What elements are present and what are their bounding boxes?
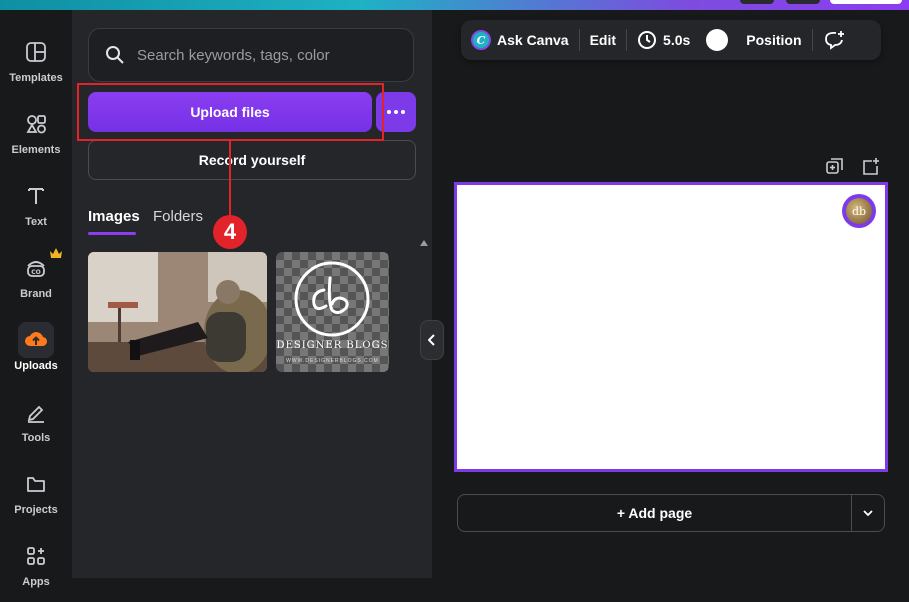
position-button[interactable]: Position — [746, 20, 801, 60]
position-label: Position — [746, 32, 802, 48]
rail-item-templates[interactable]: Templates — [0, 34, 72, 98]
topbar-button-1[interactable] — [740, 0, 774, 4]
add-comment-button[interactable] — [823, 20, 845, 60]
designer-blogs-logo-icon — [294, 261, 370, 337]
rail-item-projects[interactable]: Projects — [0, 466, 72, 530]
edit-label: Edit — [589, 32, 617, 48]
search-input[interactable] — [135, 45, 399, 65]
toolbar-divider — [626, 29, 628, 51]
floating-toolbar: C Ask Canva Edit 5.0s Position — [461, 20, 881, 60]
rail-item-elements[interactable]: Elements — [0, 106, 72, 170]
ask-canva-button[interactable]: C Ask Canva — [471, 20, 569, 60]
chevron-left-icon — [428, 334, 435, 346]
designer-blogs-logo-thumbnail[interactable]: DESIGNER BLOGS WWW.DESIGNERBLOGS.COM — [276, 252, 389, 372]
apps-icon — [18, 538, 54, 574]
duration-label: 5.0s — [663, 32, 691, 48]
text-icon — [18, 178, 54, 214]
photo-thumbnail[interactable] — [88, 252, 267, 372]
logo-subtext: WWW.DESIGNERBLOGS.COM — [286, 358, 379, 364]
scroll-up-arrow-icon[interactable] — [420, 240, 428, 246]
more-dots-icon — [387, 110, 405, 114]
templates-icon — [18, 34, 54, 70]
woman-on-chair-photo — [88, 252, 267, 372]
collaborator-avatar[interactable]: db — [842, 194, 876, 228]
edit-button[interactable]: Edit — [590, 20, 616, 60]
rail-item-tools[interactable]: Tools — [0, 394, 72, 458]
chevron-down-icon — [863, 510, 873, 516]
toolbar-divider — [578, 29, 580, 51]
add-page-button[interactable]: + Add page — [457, 494, 851, 532]
rail-item-uploads[interactable]: Uploads — [0, 322, 72, 386]
folder-icon — [18, 466, 54, 502]
duration-button[interactable]: 5.0s — [637, 20, 690, 60]
color-button[interactable] — [706, 20, 729, 60]
annotation-pointer-line — [229, 141, 231, 221]
ask-canva-label: Ask Canva — [497, 32, 569, 48]
color-swatch — [706, 29, 729, 51]
rail-label: Brand — [20, 288, 52, 300]
svg-text:CO: CO — [31, 269, 41, 276]
avatar-initials: db — [846, 198, 872, 224]
rail-label: Uploads — [14, 360, 58, 372]
elements-icon — [18, 106, 54, 142]
record-yourself-button[interactable]: Record yourself — [88, 140, 416, 180]
rail-item-brand[interactable]: CO Brand — [0, 248, 72, 314]
uploads-icon — [18, 322, 54, 358]
rail-label: Projects — [14, 504, 58, 516]
rail-item-apps[interactable]: Apps — [0, 538, 72, 602]
left-rail: Templates Elements Text CO Brand Uploads… — [0, 10, 72, 588]
canva-logo-icon: C — [471, 30, 491, 50]
crown-icon — [50, 248, 62, 258]
collapse-panel-button[interactable] — [420, 320, 444, 360]
add-page-dropdown-button[interactable] — [851, 494, 885, 532]
rail-label: Elements — [11, 144, 61, 156]
rail-label: Tools — [21, 432, 51, 444]
duplicate-page-icon[interactable] — [826, 158, 844, 176]
add-page-icon[interactable] — [862, 158, 880, 176]
svg-text:C: C — [477, 34, 486, 47]
comment-plus-icon — [824, 31, 844, 50]
rail-label: Templates — [9, 72, 63, 84]
topbar-button-2[interactable] — [786, 0, 820, 4]
tab-images[interactable]: Images — [88, 208, 140, 225]
tools-icon — [18, 394, 54, 430]
toolbar-divider — [811, 29, 813, 51]
uploads-panel: Upload files Record yourself 4 Images Fo… — [72, 10, 432, 578]
design-canvas[interactable] — [454, 182, 888, 472]
topbar-button-3[interactable] — [830, 0, 902, 4]
annotation-highlight-box — [77, 83, 384, 141]
step-number-badge: 4 — [213, 215, 247, 249]
logo-text: DESIGNER BLOGS — [276, 340, 389, 351]
active-tab-indicator — [88, 232, 136, 235]
tab-folders[interactable]: Folders — [153, 208, 203, 225]
rail-label: Text — [25, 216, 47, 228]
brand-icon: CO — [18, 250, 54, 286]
search-icon — [106, 46, 124, 64]
panel-scrollbar[interactable] — [418, 238, 430, 568]
search-box[interactable] — [88, 28, 414, 82]
top-gradient-strip — [0, 0, 909, 10]
clock-icon — [638, 31, 657, 49]
rail-item-text[interactable]: Text — [0, 178, 72, 242]
